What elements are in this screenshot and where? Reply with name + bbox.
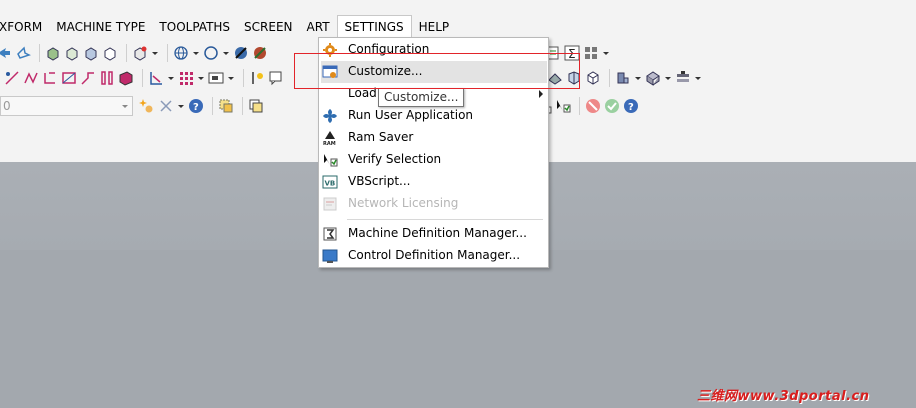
toolbar-separator bbox=[167, 44, 168, 62]
menu-settings[interactable]: SETTINGS bbox=[336, 15, 412, 39]
solid-options-icon[interactable] bbox=[132, 45, 148, 61]
vb-icon: VB bbox=[322, 175, 338, 189]
solid-box-icon[interactable] bbox=[83, 45, 99, 61]
shade-icon[interactable] bbox=[252, 45, 268, 61]
toolbar-separator bbox=[243, 69, 244, 87]
menu-item-verify-selection[interactable]: Verify Selection bbox=[319, 149, 548, 171]
dropdown-arrow[interactable] bbox=[222, 45, 229, 61]
pattern-icon[interactable] bbox=[178, 70, 194, 86]
svg-text:?: ? bbox=[193, 102, 199, 113]
toolbar-separator bbox=[242, 97, 243, 115]
machine-def-icon bbox=[323, 227, 337, 241]
svg-text:VB: VB bbox=[325, 180, 336, 188]
window-icon[interactable] bbox=[208, 70, 224, 86]
menu-screen[interactable]: SCREEN bbox=[237, 16, 299, 38]
grid-icon[interactable] bbox=[583, 45, 599, 61]
menu-item-label: VBScript... bbox=[348, 174, 411, 188]
network-license-icon bbox=[323, 197, 337, 211]
cancel-icon[interactable] bbox=[585, 98, 601, 114]
spline-icon[interactable] bbox=[42, 70, 58, 86]
menu-item-machine-definition-manager[interactable]: Machine Definition Manager... bbox=[319, 223, 548, 245]
globe-icon[interactable] bbox=[173, 45, 189, 61]
menu-machine-type[interactable]: MACHINE TYPE bbox=[49, 16, 152, 38]
toolbar-separator bbox=[212, 97, 213, 115]
menu-item-vbscript[interactable]: VB VBScript... bbox=[319, 171, 548, 193]
toolbar-separator bbox=[142, 69, 143, 87]
dropdown-arrow[interactable] bbox=[151, 45, 158, 61]
customize-tooltip: Customize... bbox=[378, 88, 465, 107]
menu-item-label: Verify Selection bbox=[348, 152, 442, 166]
menu-item-network-licensing: Network Licensing bbox=[319, 193, 548, 215]
help-icon[interactable]: ? bbox=[623, 98, 639, 114]
surface-icon[interactable] bbox=[118, 70, 134, 86]
line-icon[interactable] bbox=[23, 70, 39, 86]
svg-text:?: ? bbox=[628, 102, 634, 113]
select-chain-icon[interactable] bbox=[218, 98, 234, 114]
menu-art[interactable]: ART bbox=[300, 16, 337, 38]
menu-item-label: Machine Definition Manager... bbox=[348, 226, 527, 240]
dropdown-arrow[interactable] bbox=[664, 70, 671, 86]
dropdown-arrow[interactable] bbox=[192, 45, 199, 61]
copy-icon[interactable] bbox=[248, 98, 264, 114]
delete-x-icon[interactable] bbox=[158, 98, 174, 114]
fixture-icon[interactable] bbox=[615, 70, 631, 86]
height-icon[interactable] bbox=[249, 70, 265, 86]
dimension-icon[interactable] bbox=[148, 70, 164, 86]
dropdown-arrow[interactable] bbox=[634, 70, 641, 86]
menu-item-label: Ram Saver bbox=[348, 130, 414, 144]
note-icon[interactable] bbox=[268, 70, 284, 86]
menu-toolpaths[interactable]: TOOLPATHS bbox=[152, 16, 237, 38]
point-icon[interactable] bbox=[4, 70, 20, 86]
menu-item-ram-saver[interactable]: RAM Ram Saver bbox=[319, 127, 548, 149]
solid-box-icon[interactable] bbox=[102, 45, 118, 61]
value-combobox[interactable]: 0 bbox=[0, 96, 133, 116]
solid-box-icon[interactable] bbox=[64, 45, 80, 61]
annotation-highlight-box bbox=[294, 53, 580, 89]
watermark: 三维网www.3dportal.cn bbox=[697, 389, 870, 404]
fan-icon bbox=[323, 109, 337, 123]
svg-text:RAM: RAM bbox=[323, 141, 336, 146]
solid-box-icon[interactable] bbox=[45, 45, 61, 61]
ram-saver-icon: RAM bbox=[323, 131, 336, 146]
help-icon[interactable]: ? bbox=[188, 98, 204, 114]
verify-selection-icon bbox=[324, 154, 338, 167]
dropdown-arrow[interactable] bbox=[177, 98, 184, 114]
chamfer-icon[interactable] bbox=[80, 70, 96, 86]
menu-separator bbox=[347, 219, 543, 220]
dropdown-arrow[interactable] bbox=[694, 70, 701, 86]
mesh-icon[interactable] bbox=[645, 70, 661, 86]
rectangle-icon[interactable] bbox=[61, 70, 77, 86]
menu-item-control-definition-manager[interactable]: Control Definition Manager... bbox=[319, 245, 548, 267]
menu-item-label: Control Definition Manager... bbox=[348, 248, 521, 262]
xform-rotate-icon[interactable] bbox=[15, 45, 31, 61]
xform-arrows-icon[interactable] bbox=[0, 45, 12, 61]
toolbar-separator bbox=[609, 69, 610, 87]
verify-selection-icon[interactable] bbox=[555, 98, 571, 114]
dropdown-arrow[interactable] bbox=[197, 70, 204, 86]
menu-item-run-user-application[interactable]: Run User Application bbox=[319, 105, 548, 127]
toolbar-separator bbox=[39, 44, 40, 62]
layers-icon[interactable] bbox=[675, 70, 691, 86]
submenu-arrow-icon bbox=[539, 90, 543, 98]
dropdown-arrow[interactable] bbox=[602, 45, 609, 61]
dropdown-arrow[interactable] bbox=[227, 70, 234, 86]
circle-icon[interactable] bbox=[203, 45, 219, 61]
control-def-icon bbox=[322, 249, 338, 263]
menu-help[interactable]: HELP bbox=[412, 16, 457, 38]
stock-icon[interactable] bbox=[585, 70, 601, 86]
menu-item-label: Network Licensing bbox=[348, 196, 459, 210]
ok-icon[interactable] bbox=[604, 98, 620, 114]
no-shade-icon[interactable] bbox=[233, 45, 249, 61]
toolbar-separator bbox=[126, 44, 127, 62]
parallel-icon[interactable] bbox=[99, 70, 115, 86]
menu-bar: XFORM MACHINE TYPE TOOLPATHS SCREEN ART … bbox=[0, 15, 916, 39]
menu-item-label: Run User Application bbox=[348, 108, 474, 122]
toolbar-separator bbox=[579, 97, 580, 115]
sparkle-gear-icon[interactable] bbox=[139, 98, 155, 114]
menu-xform[interactable]: XFORM bbox=[0, 16, 49, 38]
dropdown-arrow[interactable] bbox=[167, 70, 174, 86]
